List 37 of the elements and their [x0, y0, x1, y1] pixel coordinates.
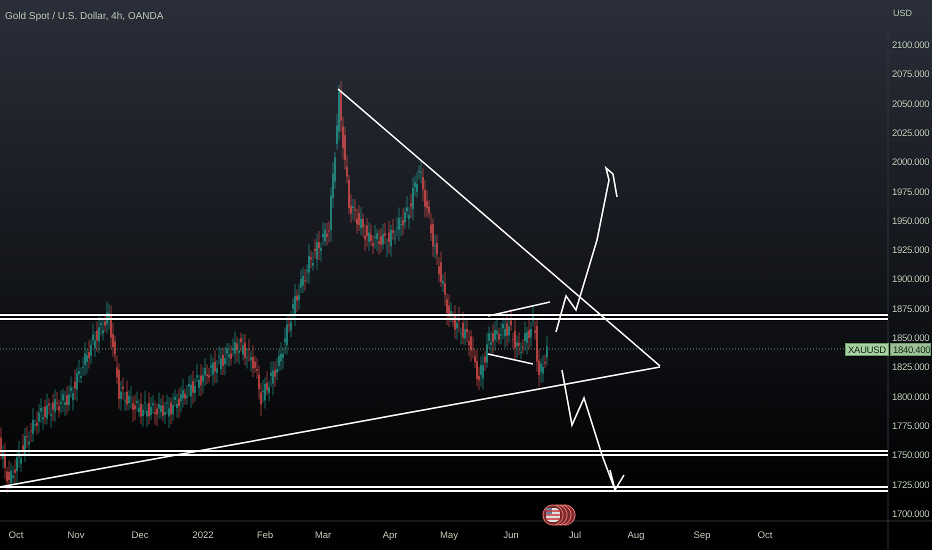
date-label: Jun	[503, 529, 519, 543]
currency-label: USD	[893, 7, 912, 20]
date-label: May	[440, 529, 458, 543]
price-label: 2050.000	[892, 97, 930, 112]
price-badge: 1840.400	[890, 343, 931, 356]
price-label: 1750.000	[892, 449, 930, 464]
date-label: Jul	[568, 529, 582, 543]
price-label: 1950.000	[892, 214, 930, 229]
chart-title: Gold Spot / U.S. Dollar, 4h, OANDA	[5, 10, 164, 24]
price-label: 2075.000	[892, 68, 930, 82]
symbol-badge: XAUUSD	[845, 343, 889, 356]
price-label: 2100.000	[892, 38, 930, 53]
price-label: 1850.000	[892, 332, 930, 346]
price-label: 1900.000	[892, 273, 930, 288]
date-label: 2022	[192, 529, 214, 543]
price-label: 2000.000	[892, 156, 930, 170]
date-label: Oct	[758, 529, 772, 543]
date-label: Oct	[8, 529, 24, 543]
date-label: Feb	[256, 529, 274, 543]
date-label: Mar	[314, 529, 332, 543]
flag-line	[488, 301, 550, 317]
date-label: Sep	[694, 529, 710, 543]
price-label: 1875.000	[892, 302, 930, 317]
price-label: 1925.000	[892, 244, 930, 258]
price-label: 1825.000	[892, 361, 930, 376]
price-label: 1975.000	[892, 185, 930, 200]
price-label: 1700.000	[892, 508, 930, 522]
price-label: 2025.000	[892, 126, 930, 141]
event-flag-icon[interactable]	[542, 504, 576, 526]
date-label: Aug	[628, 529, 644, 543]
flag-line	[488, 353, 534, 365]
price-label: 1725.000	[892, 478, 930, 493]
date-label: Dec	[132, 529, 148, 543]
date-label: Nov	[68, 529, 84, 543]
price-label: 1800.000	[892, 390, 930, 405]
date-label: Apr	[382, 529, 398, 543]
price-label: 1775.000	[892, 420, 930, 434]
